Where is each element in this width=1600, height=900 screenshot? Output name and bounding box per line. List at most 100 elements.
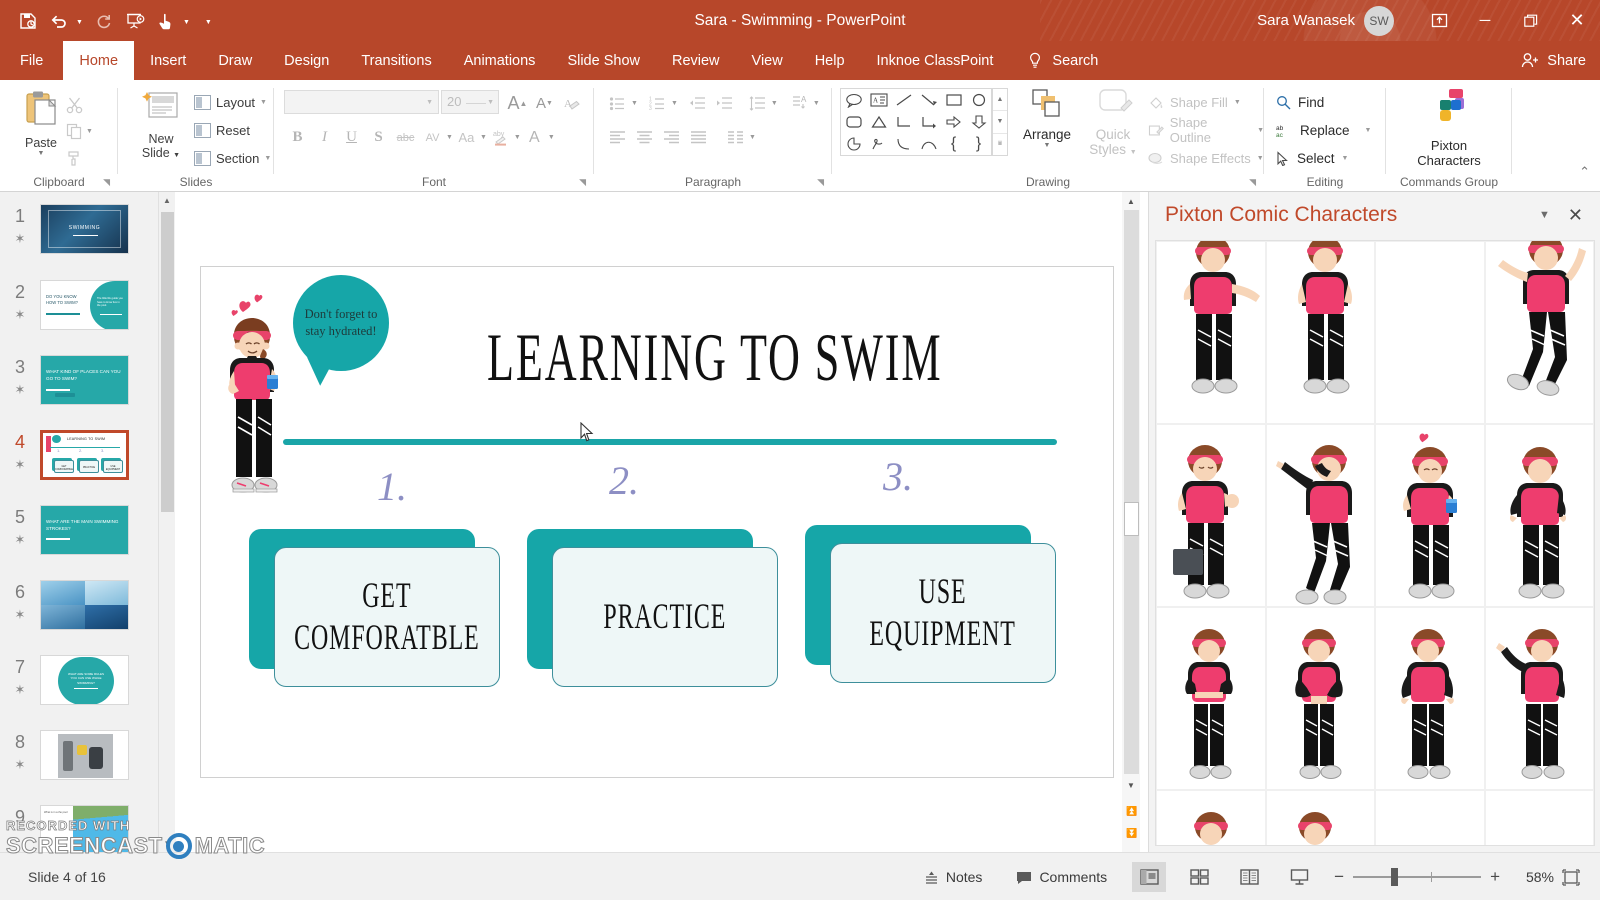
text-direction-button[interactable]: A bbox=[786, 90, 813, 116]
italic-button[interactable]: I bbox=[311, 124, 338, 151]
current-slide[interactable]: Don't forget to stay hydrated! LEARNING … bbox=[200, 266, 1114, 778]
shape-arc-icon[interactable] bbox=[916, 133, 941, 155]
find-button[interactable]: Find bbox=[1276, 88, 1371, 116]
tab-home[interactable]: Home bbox=[63, 41, 135, 80]
thumbnail-image-selected[interactable]: LEARNING TO SWIM 1. 2. 3. GET COMFORATBLE… bbox=[40, 430, 129, 480]
section-button[interactable]: Section ▼ bbox=[194, 144, 271, 172]
list-item[interactable]: 5 ✶ WHAT ARE THE MAIN SWIMMING STROKES? bbox=[0, 505, 158, 555]
text-shadow-button[interactable]: S bbox=[365, 124, 392, 151]
thumbnail-scrollbar-thumb[interactable] bbox=[161, 212, 174, 512]
align-center-button[interactable] bbox=[631, 124, 658, 150]
canvas-scrollbar-thumb[interactable] bbox=[1124, 502, 1139, 536]
shape-left-brace-icon[interactable]: { bbox=[941, 133, 966, 155]
tab-animations[interactable]: Animations bbox=[448, 41, 552, 80]
arrange-dropdown-caret[interactable]: ▼ bbox=[1014, 142, 1080, 149]
pixton-character-item[interactable] bbox=[1484, 607, 1594, 790]
pixton-character-item[interactable] bbox=[1156, 790, 1266, 845]
pixton-characters-button[interactable]: Pixton Characters bbox=[1396, 86, 1502, 168]
shape-pie-icon[interactable] bbox=[841, 133, 866, 155]
thumbnail-image[interactable] bbox=[40, 580, 129, 630]
slide-show-view-button[interactable] bbox=[1282, 862, 1316, 892]
shape-textbox-icon[interactable]: A bbox=[866, 89, 891, 111]
card-front-panel[interactable]: PRACTICE bbox=[552, 547, 778, 687]
align-right-button[interactable] bbox=[658, 124, 685, 150]
shape-speech-bubble-icon[interactable] bbox=[841, 89, 866, 111]
arrange-button[interactable]: Arrange ▼ bbox=[1014, 88, 1080, 149]
select-button[interactable]: Select ▼ bbox=[1276, 144, 1371, 172]
zoom-percentage[interactable]: 58% bbox=[1510, 869, 1554, 885]
ribbon-display-options-icon[interactable] bbox=[1416, 0, 1462, 41]
minimize-button[interactable]: ─ bbox=[1462, 0, 1508, 41]
increase-indent-button[interactable] bbox=[711, 90, 738, 116]
shape-oval-icon[interactable] bbox=[966, 89, 991, 111]
step-card-3[interactable]: USE EQUIPMENT bbox=[805, 525, 1056, 683]
card-front-panel[interactable]: USE EQUIPMENT bbox=[830, 543, 1056, 683]
zoom-slider[interactable]: − + bbox=[1324, 867, 1510, 887]
pixton-character-item[interactable] bbox=[1156, 607, 1266, 790]
tab-inknoe-classpoint[interactable]: Inknoe ClassPoint bbox=[861, 41, 1010, 80]
speech-bubble[interactable]: Don't forget to stay hydrated! bbox=[293, 275, 389, 371]
pixton-character-item[interactable] bbox=[1156, 241, 1266, 424]
zoom-in-button[interactable]: + bbox=[1490, 867, 1500, 887]
reset-button[interactable]: Reset bbox=[194, 116, 271, 144]
quick-styles-button[interactable]: Quick Styles ▼ bbox=[1082, 88, 1144, 160]
tab-file[interactable]: File bbox=[0, 41, 63, 80]
pixton-character-item[interactable] bbox=[1156, 424, 1266, 607]
shape-line-icon[interactable] bbox=[891, 89, 916, 111]
start-presentation-icon[interactable] bbox=[121, 7, 149, 35]
slide-sorter-view-button[interactable] bbox=[1182, 862, 1216, 892]
pixton-character-item[interactable] bbox=[1265, 424, 1375, 607]
next-slide-button[interactable]: ⏬ bbox=[1125, 825, 1139, 842]
shapes-more-icon[interactable]: ⩸ bbox=[993, 134, 1007, 155]
share-button[interactable]: Share bbox=[1521, 41, 1586, 80]
drawing-dialog-launcher[interactable]: ◥ bbox=[1249, 177, 1256, 188]
save-icon[interactable] bbox=[14, 7, 42, 35]
thumbnail-image[interactable]: WHAT KIND OF PLACES CAN YOU GO TO SWIM? bbox=[40, 355, 129, 405]
notes-button[interactable]: Notes bbox=[907, 869, 1000, 885]
tab-insert[interactable]: Insert bbox=[134, 41, 202, 80]
pixton-character-hydrated[interactable] bbox=[227, 289, 289, 511]
collapse-ribbon-button[interactable]: ⌃ bbox=[1579, 164, 1590, 180]
tab-help[interactable]: Help bbox=[799, 41, 861, 80]
pixton-character-item[interactable] bbox=[1484, 241, 1594, 424]
paragraph-dialog-launcher[interactable]: ◥ bbox=[817, 177, 824, 188]
zoom-out-button[interactable]: − bbox=[1334, 867, 1344, 887]
text-highlight-icon[interactable]: aby bbox=[487, 124, 514, 151]
list-item[interactable]: 3 ✶ WHAT KIND OF PLACES CAN YOU GO TO SWI… bbox=[0, 355, 158, 405]
tab-transitions[interactable]: Transitions bbox=[345, 41, 447, 80]
align-left-button[interactable] bbox=[604, 124, 631, 150]
shape-rounded-rectangle-icon[interactable] bbox=[841, 111, 866, 133]
cut-scissors-icon[interactable] bbox=[66, 92, 106, 118]
undo-icon[interactable] bbox=[45, 7, 73, 35]
pixton-character-item[interactable] bbox=[1375, 790, 1485, 845]
task-pane-close-icon[interactable]: ✕ bbox=[1568, 205, 1600, 226]
shape-outline-button[interactable]: Shape Outline ▼ bbox=[1148, 115, 1264, 145]
zoom-slider-handle[interactable] bbox=[1391, 868, 1399, 886]
pixton-character-item[interactable] bbox=[1265, 607, 1375, 790]
canvas-scrollbar[interactable]: ▲ ▼ ⏫ ⏬ bbox=[1122, 192, 1140, 852]
replace-button[interactable]: ab ac Replace ▼ bbox=[1276, 116, 1371, 144]
restore-button[interactable] bbox=[1508, 0, 1554, 41]
canvas-scroll-up-icon[interactable]: ▲ bbox=[1122, 192, 1140, 210]
step-card-2[interactable]: PRACTICE bbox=[527, 529, 778, 687]
list-item[interactable]: 2 ✶ DO YOU KNOW HOW TO SWIM? The little l… bbox=[0, 280, 158, 330]
shape-elbow-arrow-icon[interactable] bbox=[916, 111, 941, 133]
shape-rectangle-icon[interactable] bbox=[941, 89, 966, 111]
list-item[interactable]: 7 ✶ WHAT ARE SOME RULES YOU CAN USE WHILE… bbox=[0, 655, 158, 705]
shape-right-brace-icon[interactable]: } bbox=[966, 133, 991, 155]
list-item[interactable]: 9 What is in a the pool bbox=[0, 805, 158, 852]
pixton-character-item[interactable] bbox=[1375, 424, 1485, 607]
tab-design[interactable]: Design bbox=[268, 41, 345, 80]
list-item[interactable]: 6 ✶ bbox=[0, 580, 158, 630]
change-case-button[interactable]: Aa bbox=[453, 124, 480, 151]
thumbnail-image[interactable]: What is in a the pool bbox=[40, 805, 129, 852]
canvas-scroll-down-icon[interactable]: ▼ bbox=[1122, 776, 1140, 794]
shape-curve-icon[interactable] bbox=[891, 133, 916, 155]
shape-arrow-icon[interactable] bbox=[916, 89, 941, 111]
pixton-character-item[interactable] bbox=[1375, 607, 1485, 790]
numbering-button[interactable]: 123 bbox=[644, 90, 671, 116]
format-painter-icon[interactable] bbox=[66, 144, 106, 170]
pixton-character-grid[interactable] bbox=[1155, 240, 1595, 846]
shapes-gallery[interactable]: A { } bbox=[840, 88, 992, 156]
thumbnail-image[interactable]: DO YOU KNOW HOW TO SWIM? The little life… bbox=[40, 280, 129, 330]
